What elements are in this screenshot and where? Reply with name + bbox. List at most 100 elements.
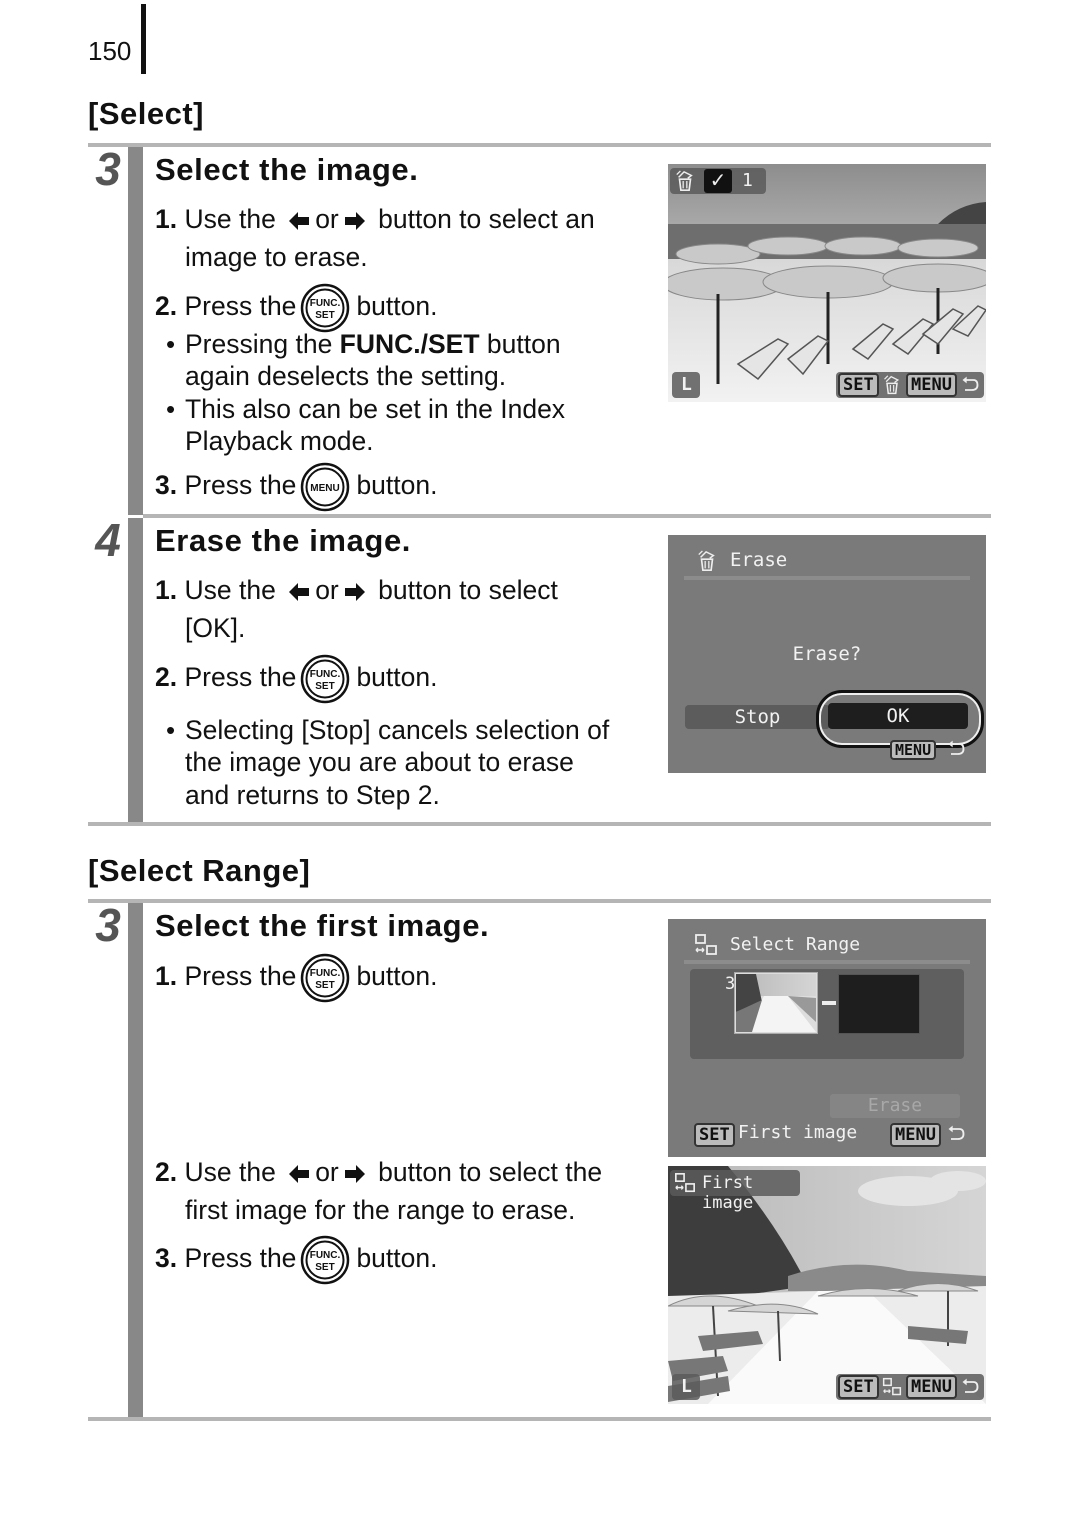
bullet-text: Pressing the FUNC./SET button bbox=[185, 329, 561, 360]
divider bbox=[88, 822, 991, 826]
bullet-continuation: and returns to Step 2. bbox=[185, 780, 440, 810]
item-number: 2. bbox=[155, 662, 178, 692]
dialog-prompt-text: Erase? bbox=[792, 643, 862, 665]
instruction-item: 1. Use the or button to select an bbox=[155, 204, 595, 235]
camera-screen-select-image: ✓ 1 L SET MENU bbox=[668, 164, 986, 402]
right-arrow-icon bbox=[343, 209, 367, 233]
section-title-select: [Select] bbox=[88, 96, 204, 131]
right-arrow-icon bbox=[343, 1162, 367, 1186]
bullet-icon: • bbox=[166, 715, 176, 745]
item-text: button to select the bbox=[378, 1157, 603, 1187]
menu-key: MENU bbox=[906, 1375, 957, 1399]
ok-option[interactable]: OK bbox=[828, 703, 968, 729]
item-continuation: first image for the range to erase. bbox=[185, 1195, 576, 1225]
return-arrow-icon bbox=[960, 375, 980, 395]
trash-erase-icon bbox=[696, 549, 718, 573]
title-underline bbox=[684, 576, 970, 580]
divider bbox=[88, 1417, 991, 1421]
set-hint: First image bbox=[738, 1122, 858, 1143]
menu-key: MENU bbox=[890, 1123, 941, 1147]
item-continuation: image to erase. bbox=[185, 242, 368, 272]
divider bbox=[88, 899, 991, 903]
menu-key: MENU bbox=[906, 373, 957, 397]
return-arrow-icon bbox=[946, 739, 966, 759]
item-text: Press the bbox=[184, 662, 297, 692]
last-image-placeholder[interactable] bbox=[838, 974, 920, 1034]
step-title: Select the image. bbox=[155, 152, 419, 187]
range-dash bbox=[822, 1001, 836, 1005]
item-number: 1. bbox=[155, 204, 178, 234]
item-text: Press the bbox=[184, 470, 297, 500]
instruction-item: 3. Press the button. bbox=[155, 470, 437, 501]
left-arrow-icon bbox=[287, 1162, 311, 1186]
item-text: Use the bbox=[184, 575, 276, 605]
item-text: button. bbox=[356, 1243, 438, 1273]
screen-title: Select Range bbox=[730, 934, 861, 955]
item-text: Use the bbox=[184, 1157, 276, 1187]
func-set-button-icon bbox=[300, 283, 350, 333]
quality-label: L bbox=[681, 374, 692, 395]
item-text: button. bbox=[356, 961, 438, 991]
item-text: button. bbox=[356, 470, 438, 500]
control-hints: SET MENU bbox=[836, 1374, 984, 1400]
stop-option[interactable]: Stop bbox=[685, 705, 830, 729]
left-arrow-icon bbox=[287, 209, 311, 233]
right-arrow-icon bbox=[343, 580, 367, 604]
instruction-item: 1. Use the or button to select bbox=[155, 575, 558, 606]
first-image-thumbnail[interactable] bbox=[734, 972, 818, 1034]
func-set-button-icon bbox=[300, 654, 350, 704]
item-text: or bbox=[315, 204, 339, 234]
bullet-continuation: Playback mode. bbox=[185, 426, 374, 456]
left-arrow-icon bbox=[287, 580, 311, 604]
select-range-icon bbox=[694, 933, 718, 957]
item-number: 3. bbox=[155, 1243, 178, 1273]
image-quality-badge: L bbox=[672, 372, 700, 398]
first-image-overlay: First image bbox=[670, 1170, 800, 1213]
step-number: 3 bbox=[95, 143, 121, 195]
item-number: 2. bbox=[155, 1157, 178, 1187]
item-number: 3. bbox=[155, 470, 178, 500]
bullet-continuation: the image you are about to erase bbox=[185, 747, 574, 777]
item-number: 1. bbox=[155, 575, 178, 605]
item-text: Press the bbox=[184, 291, 297, 321]
item-number: 1. bbox=[155, 961, 178, 991]
instruction-item: 3. Press the button. bbox=[155, 1243, 437, 1274]
item-text: button. bbox=[356, 662, 438, 692]
camera-screen-select-range: Select Range 3 Erase SET First image MEN… bbox=[668, 919, 986, 1157]
item-number: 2. bbox=[155, 291, 178, 321]
camera-screen-erase-dialog: Erase Erase? Stop OK MENU bbox=[668, 535, 986, 773]
step-title: Erase the image. bbox=[155, 523, 411, 558]
erase-button-disabled[interactable]: Erase bbox=[830, 1094, 960, 1118]
return-arrow-icon bbox=[946, 1123, 966, 1145]
item-text: Use the bbox=[184, 204, 276, 234]
section-title-select-range: [Select Range] bbox=[88, 853, 311, 888]
control-hints: SET MENU bbox=[836, 372, 984, 398]
bullet-continuation: again deselects the setting. bbox=[185, 361, 507, 391]
menu-button-icon bbox=[300, 462, 350, 512]
bullet-text: This also can be set in the Index bbox=[185, 394, 566, 424]
item-text: or bbox=[315, 1157, 339, 1187]
set-key: SET bbox=[694, 1123, 735, 1147]
return-arrow-icon bbox=[960, 1377, 980, 1397]
beach-photo bbox=[668, 164, 986, 402]
selection-count: 1 bbox=[742, 170, 753, 191]
step-bar bbox=[128, 518, 143, 823]
trash-erase-icon bbox=[882, 374, 902, 396]
step-bar bbox=[128, 147, 143, 515]
divider bbox=[88, 143, 991, 147]
select-range-icon bbox=[882, 1376, 902, 1398]
divider bbox=[143, 514, 991, 518]
instruction-item: 1. Press the button. bbox=[155, 961, 437, 992]
func-set-button-icon bbox=[300, 1235, 350, 1285]
set-key: SET bbox=[838, 1375, 879, 1399]
first-image-label: First image bbox=[702, 1173, 754, 1213]
item-text: button. bbox=[356, 291, 438, 321]
step-title: Select the first image. bbox=[155, 908, 490, 943]
item-continuation: [OK]. bbox=[185, 613, 246, 643]
quality-label: L bbox=[681, 1376, 692, 1397]
step-number: 3 bbox=[95, 899, 121, 951]
image-quality-badge: L bbox=[672, 1374, 700, 1400]
bullet-icon: • bbox=[166, 329, 176, 359]
camera-screen-first-image: First image L SET MENU bbox=[668, 1166, 986, 1404]
bullet-text-part: button bbox=[479, 329, 561, 359]
